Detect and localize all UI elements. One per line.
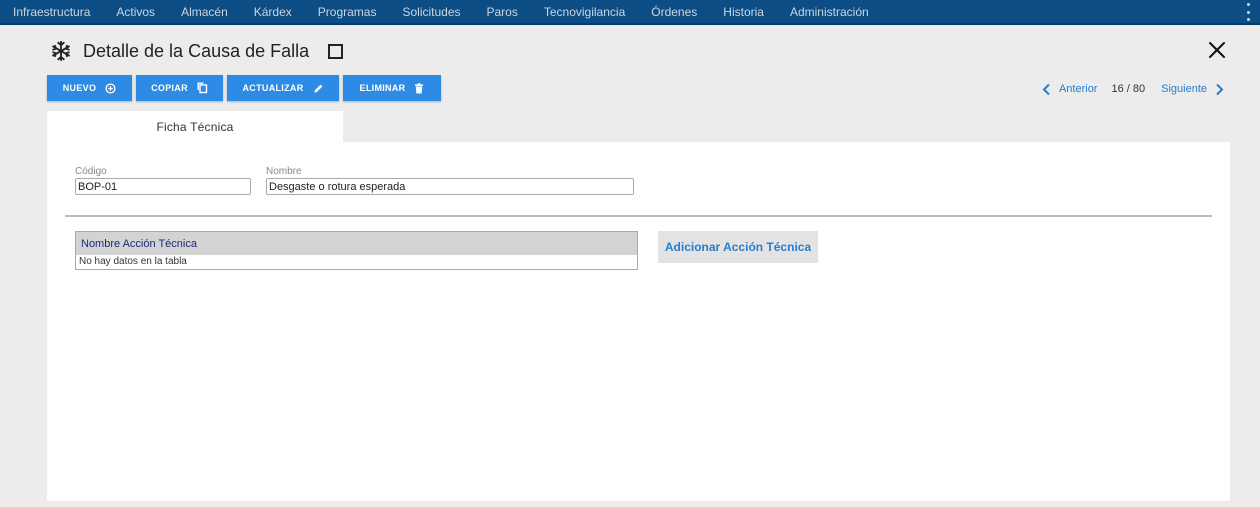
codigo-field[interactable] bbox=[75, 178, 251, 195]
nuevo-button[interactable]: NUEVO bbox=[47, 75, 132, 101]
codigo-label: Código bbox=[75, 166, 107, 177]
acciones-tecnicas-table: Nombre Acción Técnica No hay datos en la… bbox=[75, 231, 638, 270]
copiar-label: COPIAR bbox=[151, 83, 188, 93]
nav-item-historia[interactable]: Historia bbox=[723, 5, 764, 19]
chevron-left-icon[interactable] bbox=[1042, 83, 1051, 96]
chevron-right-icon[interactable] bbox=[1215, 83, 1224, 96]
copiar-button[interactable]: COPIAR bbox=[136, 75, 223, 101]
nav-item-tecnovigilancia[interactable]: Tecnovigilancia bbox=[544, 5, 625, 19]
next-link[interactable]: Siguiente bbox=[1161, 83, 1207, 95]
trash-icon bbox=[414, 82, 424, 94]
record-count: 16 / 80 bbox=[1111, 83, 1146, 95]
pencil-icon bbox=[313, 83, 324, 94]
record-pager: Anterior 16 / 80 Siguiente bbox=[1042, 80, 1224, 98]
nav-item-ordenes[interactable]: Órdenes bbox=[651, 5, 697, 19]
nav-item-solicitudes[interactable]: Solicitudes bbox=[402, 5, 460, 19]
table-empty-message: No hay datos en la tabla bbox=[79, 256, 187, 267]
nav-item-infraestructura[interactable]: Infraestructura bbox=[13, 5, 90, 19]
eliminar-label: ELIMINAR bbox=[359, 83, 406, 93]
nuevo-label: NUEVO bbox=[62, 83, 97, 93]
nav-item-activos[interactable]: Activos bbox=[116, 5, 155, 19]
previous-link[interactable]: Anterior bbox=[1059, 83, 1098, 95]
nombre-label: Nombre bbox=[266, 166, 302, 177]
action-toolbar: NUEVO COPIAR ACTUALIZAR ELIMINAR bbox=[47, 75, 445, 101]
content-panel: Código Nombre Nombre Acción Técnica No h… bbox=[47, 142, 1230, 501]
close-icon[interactable] bbox=[1207, 40, 1227, 60]
snowflake-icon bbox=[52, 40, 70, 62]
top-navigation: Infraestructura Activos Almacén Kárdex P… bbox=[0, 0, 1260, 25]
eliminar-button[interactable]: ELIMINAR bbox=[343, 75, 441, 101]
kebab-menu-icon[interactable] bbox=[1246, 3, 1250, 21]
nav-item-almacen[interactable]: Almacén bbox=[181, 5, 228, 19]
table-header-nombre-accion[interactable]: Nombre Acción Técnica bbox=[76, 232, 637, 255]
nav-item-kardex[interactable]: Kárdex bbox=[254, 5, 292, 19]
copy-icon bbox=[197, 82, 208, 94]
nombre-field[interactable] bbox=[266, 178, 634, 195]
nav-item-administracion[interactable]: Administración bbox=[790, 5, 869, 19]
section-divider bbox=[65, 215, 1212, 217]
page-title: Detalle de la Causa de Falla bbox=[83, 40, 310, 61]
favorite-checkbox[interactable] bbox=[328, 43, 344, 59]
nav-item-programas[interactable]: Programas bbox=[318, 5, 377, 19]
nav-item-paros[interactable]: Paros bbox=[487, 5, 518, 19]
add-circle-icon bbox=[105, 82, 116, 94]
page-header: Detalle de la Causa de Falla bbox=[50, 38, 344, 64]
add-accion-tecnica-button[interactable]: Adicionar Acción Técnica bbox=[658, 231, 818, 263]
actualizar-button[interactable]: ACTUALIZAR bbox=[227, 75, 339, 101]
actualizar-label: ACTUALIZAR bbox=[242, 83, 304, 93]
tab-ficha-tecnica[interactable]: Ficha Técnica bbox=[47, 111, 343, 142]
